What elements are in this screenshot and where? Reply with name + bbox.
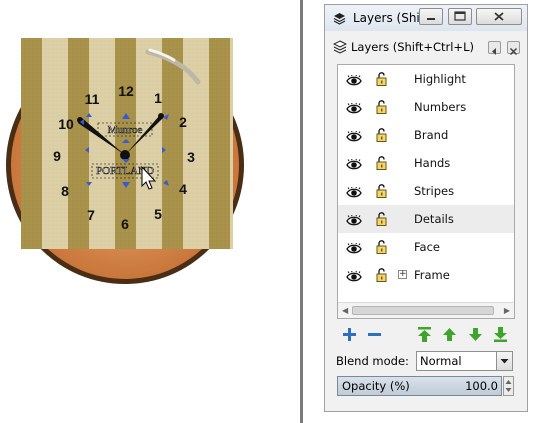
- clock-number-9: 9: [53, 148, 61, 164]
- eye-icon[interactable]: [346, 268, 362, 282]
- clock-number-7: 7: [87, 207, 95, 223]
- clock-number-3: 3: [187, 149, 195, 165]
- layer-row[interactable]: Hands: [338, 149, 514, 177]
- eye-icon[interactable]: [346, 212, 362, 226]
- close-button[interactable]: [476, 8, 522, 25]
- layer-row[interactable]: Numbers: [338, 93, 514, 121]
- expand-icon[interactable]: +: [398, 270, 407, 279]
- dock-collapse-button[interactable]: [488, 41, 501, 55]
- blend-mode-label: Blend mode:: [336, 354, 409, 368]
- clock-number-10: 10: [58, 116, 74, 132]
- layer-name[interactable]: Face: [414, 240, 440, 254]
- lock-icon[interactable]: [376, 127, 387, 142]
- lock-icon[interactable]: [376, 183, 387, 198]
- layers-dialog: Layers (Shi… Layers (Shift+Ctrl+L) Highl…: [324, 4, 528, 412]
- close-icon: [509, 47, 518, 56]
- opacity-spinner[interactable]: [503, 376, 514, 396]
- scrollbar-thumb[interactable]: [352, 306, 494, 315]
- horizontal-scrollbar[interactable]: ◀ ▶: [338, 302, 514, 318]
- layer-row[interactable]: Stripes: [338, 177, 514, 205]
- layer-row[interactable]: Brand: [338, 121, 514, 149]
- eye-icon[interactable]: [346, 72, 362, 86]
- layer-name[interactable]: Numbers: [414, 100, 466, 114]
- clock-number-8: 8: [61, 183, 69, 199]
- clock-number-6: 6: [121, 216, 129, 232]
- restore-icon: [454, 11, 466, 21]
- dropdown-arrow[interactable]: [496, 352, 512, 370]
- dock-title: Layers (Shift+Ctrl+L): [351, 40, 474, 54]
- layer-row[interactable]: Face: [338, 233, 514, 261]
- opacity-label: Opacity (%): [342, 379, 410, 393]
- blend-mode-select[interactable]: Normal: [416, 351, 513, 371]
- raise-layer-button[interactable]: [441, 326, 458, 343]
- lock-icon[interactable]: [376, 99, 387, 114]
- lock-icon[interactable]: [376, 71, 387, 86]
- minimize-button[interactable]: [419, 8, 443, 25]
- eye-icon[interactable]: [346, 156, 362, 170]
- lock-icon[interactable]: [376, 267, 387, 282]
- dock-header: Layers (Shift+Ctrl+L): [331, 38, 523, 56]
- eye-icon[interactable]: [346, 128, 362, 142]
- scroll-right-icon[interactable]: ▶: [504, 306, 510, 315]
- layer-name[interactable]: Frame: [414, 268, 450, 282]
- opacity-slider[interactable]: Opacity (%) 100.0: [337, 376, 502, 396]
- blend-mode-value: Normal: [420, 354, 462, 368]
- clock-number-4: 4: [179, 181, 187, 197]
- layer-name[interactable]: Hands: [414, 156, 450, 170]
- chevron-left-icon: [492, 48, 496, 55]
- layers-app-icon: [333, 13, 346, 25]
- eye-icon[interactable]: [346, 100, 362, 114]
- clock-number-12: 12: [118, 83, 134, 99]
- eye-icon[interactable]: [346, 184, 362, 198]
- chevron-down-icon: [500, 359, 509, 364]
- layers-icon: [333, 40, 347, 54]
- dock-close-button[interactable]: [507, 41, 520, 56]
- opacity-value: 100.0: [465, 379, 498, 393]
- drawing-canvas[interactable]: 12 1 2 3 4 5 6 7 8 9 10 11 Munroe PORTLA…: [0, 0, 300, 423]
- lower-layer-button[interactable]: [467, 326, 484, 343]
- layer-name[interactable]: Details: [414, 212, 454, 226]
- spinner-arrows-icon: [505, 380, 512, 392]
- clock-number-5: 5: [154, 206, 162, 222]
- layer-row[interactable]: + Frame: [338, 261, 514, 289]
- layer-name[interactable]: Highlight: [414, 72, 466, 86]
- layer-row[interactable]: Details: [338, 205, 514, 233]
- brand-text-top: Munroe: [108, 124, 143, 136]
- add-layer-button[interactable]: [341, 326, 358, 343]
- restore-button[interactable]: [448, 8, 472, 25]
- layer-row[interactable]: Highlight: [338, 65, 514, 93]
- minimize-icon: [427, 18, 435, 20]
- lock-icon[interactable]: [376, 239, 387, 254]
- clock-number-2: 2: [179, 114, 187, 130]
- clock-number-11: 11: [85, 91, 100, 107]
- clock-number-1: 1: [154, 90, 162, 106]
- lower-to-bottom-button[interactable]: [492, 326, 509, 343]
- dialog-titlebar[interactable]: Layers (Shi…: [325, 5, 527, 31]
- scroll-left-icon[interactable]: ◀: [342, 306, 348, 315]
- layer-name[interactable]: Brand: [414, 128, 448, 142]
- layers-list[interactable]: Highlight Numbers Brand Hands Stripes Details…: [337, 64, 515, 319]
- remove-layer-button[interactable]: [366, 326, 383, 343]
- clock-artwork[interactable]: 12 1 2 3 4 5 6 7 8 9 10 11 Munroe PORTLA…: [0, 0, 300, 423]
- eye-icon[interactable]: [346, 240, 362, 254]
- close-icon: [494, 12, 504, 21]
- lock-icon[interactable]: [376, 155, 387, 170]
- layer-name[interactable]: Stripes: [414, 184, 454, 198]
- lock-icon[interactable]: [376, 211, 387, 226]
- raise-to-top-button[interactable]: [416, 326, 433, 343]
